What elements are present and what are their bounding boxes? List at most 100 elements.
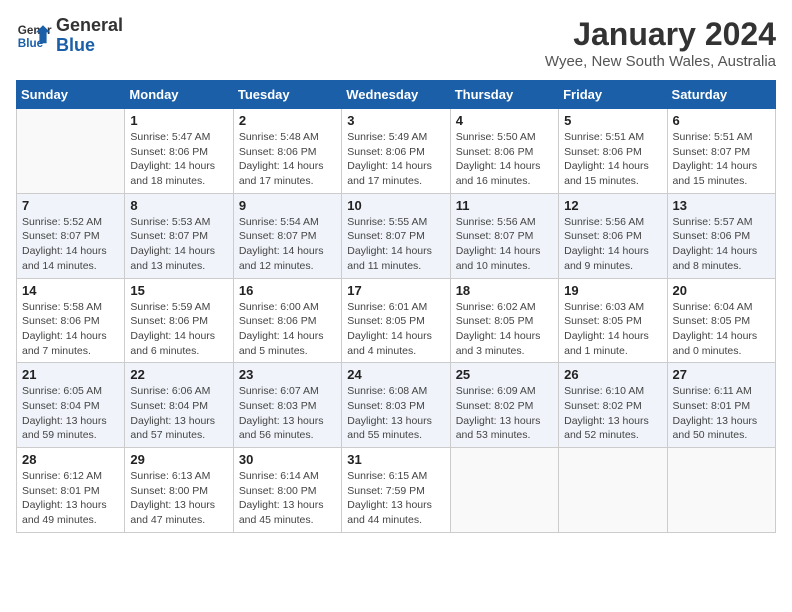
day-number: 19: [564, 283, 661, 298]
calendar-week-row: 1 Sunrise: 5:47 AM Sunset: 8:06 PM Daylig…: [17, 109, 776, 194]
day-number: 6: [673, 113, 770, 128]
day-info: Sunrise: 5:51 AM Sunset: 8:06 PM Dayligh…: [564, 130, 661, 189]
calendar-day-cell: 14Sunrise: 5:58 AM Sunset: 8:06 PM Dayli…: [17, 278, 125, 363]
logo: General Blue General Blue: [16, 16, 123, 56]
day-number: 4: [456, 113, 553, 128]
calendar-table: SundayMondayTuesdayWednesdayThursdayFrid…: [16, 80, 776, 533]
calendar-week-row: 21 Sunrise: 6:05 AM Sunset: 8:04 PM Dayli…: [17, 363, 776, 448]
day-info: Sunrise: 5:47 AM Sunset: 8:06 PM Dayligh…: [130, 130, 227, 189]
calendar-day-cell: 29 Sunrise: 6:13 AM Sunset: 8:00 PM Dayli…: [125, 448, 233, 533]
day-number: 26: [564, 367, 661, 382]
day-number: 11: [456, 198, 553, 213]
calendar-day-cell: 28 Sunrise: 6:12 AM Sunset: 8:01 PM Dayli…: [17, 448, 125, 533]
day-info: Sunrise: 6:13 AM Sunset: 8:00 PM Dayligh…: [130, 469, 227, 528]
calendar-day-cell: 13Sunrise: 5:57 AM Sunset: 8:06 PM Dayli…: [667, 193, 775, 278]
day-number: 20: [673, 283, 770, 298]
day-number: 13: [673, 198, 770, 213]
calendar-day-cell: 25 Sunrise: 6:09 AM Sunset: 8:02 PM Dayli…: [450, 363, 558, 448]
calendar-week-row: 7Sunrise: 5:52 AM Sunset: 8:07 PM Daylig…: [17, 193, 776, 278]
day-number: 24: [347, 367, 444, 382]
day-info: Sunrise: 5:49 AM Sunset: 8:06 PM Dayligh…: [347, 130, 444, 189]
day-info: Sunrise: 6:09 AM Sunset: 8:02 PM Dayligh…: [456, 384, 553, 443]
calendar-day-cell: 9 Sunrise: 5:54 AM Sunset: 8:07 PM Daylig…: [233, 193, 341, 278]
day-number: 5: [564, 113, 661, 128]
day-info: Sunrise: 6:00 AM Sunset: 8:06 PM Dayligh…: [239, 300, 336, 359]
day-info: Sunrise: 5:53 AM Sunset: 8:07 PM Dayligh…: [130, 215, 227, 274]
title-block: January 2024 Wyee, New South Wales, Aust…: [545, 16, 776, 70]
day-info: Sunrise: 6:04 AM Sunset: 8:05 PM Dayligh…: [673, 300, 770, 359]
calendar-day-cell: 2 Sunrise: 5:48 AM Sunset: 8:06 PM Daylig…: [233, 109, 341, 194]
calendar-day-cell: 3 Sunrise: 5:49 AM Sunset: 8:06 PM Daylig…: [342, 109, 450, 194]
day-info: Sunrise: 5:54 AM Sunset: 8:07 PM Dayligh…: [239, 215, 336, 274]
day-info: Sunrise: 5:55 AM Sunset: 8:07 PM Dayligh…: [347, 215, 444, 274]
calendar-day-cell: 10Sunrise: 5:55 AM Sunset: 8:07 PM Dayli…: [342, 193, 450, 278]
calendar-day-cell: 27Sunrise: 6:11 AM Sunset: 8:01 PM Dayli…: [667, 363, 775, 448]
calendar-day-cell: 31Sunrise: 6:15 AM Sunset: 7:59 PM Dayli…: [342, 448, 450, 533]
day-number: 9: [239, 198, 336, 213]
day-info: Sunrise: 6:05 AM Sunset: 8:04 PM Dayligh…: [22, 384, 119, 443]
day-number: 28: [22, 452, 119, 467]
day-number: 23: [239, 367, 336, 382]
day-info: Sunrise: 5:51 AM Sunset: 8:07 PM Dayligh…: [673, 130, 770, 189]
calendar-day-cell: 20 Sunrise: 6:04 AM Sunset: 8:05 PM Dayli…: [667, 278, 775, 363]
calendar-header-friday: Friday: [559, 81, 667, 109]
day-number: 8: [130, 198, 227, 213]
day-info: Sunrise: 5:56 AM Sunset: 8:07 PM Dayligh…: [456, 215, 553, 274]
day-number: 2: [239, 113, 336, 128]
calendar-day-cell: 11 Sunrise: 5:56 AM Sunset: 8:07 PM Dayli…: [450, 193, 558, 278]
page-header: General Blue General Blue January 2024 W…: [16, 16, 776, 70]
day-number: 25: [456, 367, 553, 382]
logo-text: General Blue: [56, 16, 123, 56]
day-info: Sunrise: 6:03 AM Sunset: 8:05 PM Dayligh…: [564, 300, 661, 359]
day-info: Sunrise: 6:10 AM Sunset: 8:02 PM Dayligh…: [564, 384, 661, 443]
day-info: Sunrise: 6:14 AM Sunset: 8:00 PM Dayligh…: [239, 469, 336, 528]
day-info: Sunrise: 5:58 AM Sunset: 8:06 PM Dayligh…: [22, 300, 119, 359]
day-info: Sunrise: 6:02 AM Sunset: 8:05 PM Dayligh…: [456, 300, 553, 359]
calendar-day-cell: [450, 448, 558, 533]
day-number: 21: [22, 367, 119, 382]
day-number: 18: [456, 283, 553, 298]
calendar-day-cell: 15 Sunrise: 5:59 AM Sunset: 8:06 PM Dayli…: [125, 278, 233, 363]
logo-general: General: [56, 15, 123, 35]
calendar-header-tuesday: Tuesday: [233, 81, 341, 109]
calendar-week-row: 14Sunrise: 5:58 AM Sunset: 8:06 PM Dayli…: [17, 278, 776, 363]
calendar-header-wednesday: Wednesday: [342, 81, 450, 109]
calendar-day-cell: 7Sunrise: 5:52 AM Sunset: 8:07 PM Daylig…: [17, 193, 125, 278]
calendar-day-cell: 16 Sunrise: 6:00 AM Sunset: 8:06 PM Dayli…: [233, 278, 341, 363]
subtitle: Wyee, New South Wales, Australia: [545, 53, 776, 70]
calendar-day-cell: 30Sunrise: 6:14 AM Sunset: 8:00 PM Dayli…: [233, 448, 341, 533]
day-info: Sunrise: 6:11 AM Sunset: 8:01 PM Dayligh…: [673, 384, 770, 443]
calendar-day-cell: 26 Sunrise: 6:10 AM Sunset: 8:02 PM Dayli…: [559, 363, 667, 448]
calendar-day-cell: 21 Sunrise: 6:05 AM Sunset: 8:04 PM Dayli…: [17, 363, 125, 448]
calendar-header-monday: Monday: [125, 81, 233, 109]
calendar-day-cell: 12Sunrise: 5:56 AM Sunset: 8:06 PM Dayli…: [559, 193, 667, 278]
calendar-week-row: 28 Sunrise: 6:12 AM Sunset: 8:01 PM Dayli…: [17, 448, 776, 533]
calendar-day-cell: 22 Sunrise: 6:06 AM Sunset: 8:04 PM Dayli…: [125, 363, 233, 448]
day-info: Sunrise: 6:07 AM Sunset: 8:03 PM Dayligh…: [239, 384, 336, 443]
day-number: 16: [239, 283, 336, 298]
day-info: Sunrise: 5:59 AM Sunset: 8:06 PM Dayligh…: [130, 300, 227, 359]
day-info: Sunrise: 6:12 AM Sunset: 8:01 PM Dayligh…: [22, 469, 119, 528]
day-info: Sunrise: 5:48 AM Sunset: 8:06 PM Dayligh…: [239, 130, 336, 189]
day-number: 29: [130, 452, 227, 467]
calendar-header-saturday: Saturday: [667, 81, 775, 109]
calendar-day-cell: 6 Sunrise: 5:51 AM Sunset: 8:07 PM Daylig…: [667, 109, 775, 194]
day-number: 15: [130, 283, 227, 298]
calendar-day-cell: 17Sunrise: 6:01 AM Sunset: 8:05 PM Dayli…: [342, 278, 450, 363]
day-number: 22: [130, 367, 227, 382]
calendar-day-cell: 19 Sunrise: 6:03 AM Sunset: 8:05 PM Dayli…: [559, 278, 667, 363]
day-number: 1: [130, 113, 227, 128]
day-number: 3: [347, 113, 444, 128]
day-info: Sunrise: 6:08 AM Sunset: 8:03 PM Dayligh…: [347, 384, 444, 443]
day-info: Sunrise: 6:15 AM Sunset: 7:59 PM Dayligh…: [347, 469, 444, 528]
calendar-day-cell: 8 Sunrise: 5:53 AM Sunset: 8:07 PM Daylig…: [125, 193, 233, 278]
day-number: 7: [22, 198, 119, 213]
calendar-header-row: SundayMondayTuesdayWednesdayThursdayFrid…: [17, 81, 776, 109]
calendar-day-cell: 18 Sunrise: 6:02 AM Sunset: 8:05 PM Dayli…: [450, 278, 558, 363]
day-info: Sunrise: 6:06 AM Sunset: 8:04 PM Dayligh…: [130, 384, 227, 443]
logo-blue: Blue: [56, 35, 95, 55]
calendar-day-cell: 4 Sunrise: 5:50 AM Sunset: 8:06 PM Daylig…: [450, 109, 558, 194]
calendar-day-cell: 1 Sunrise: 5:47 AM Sunset: 8:06 PM Daylig…: [125, 109, 233, 194]
day-number: 17: [347, 283, 444, 298]
day-info: Sunrise: 5:50 AM Sunset: 8:06 PM Dayligh…: [456, 130, 553, 189]
